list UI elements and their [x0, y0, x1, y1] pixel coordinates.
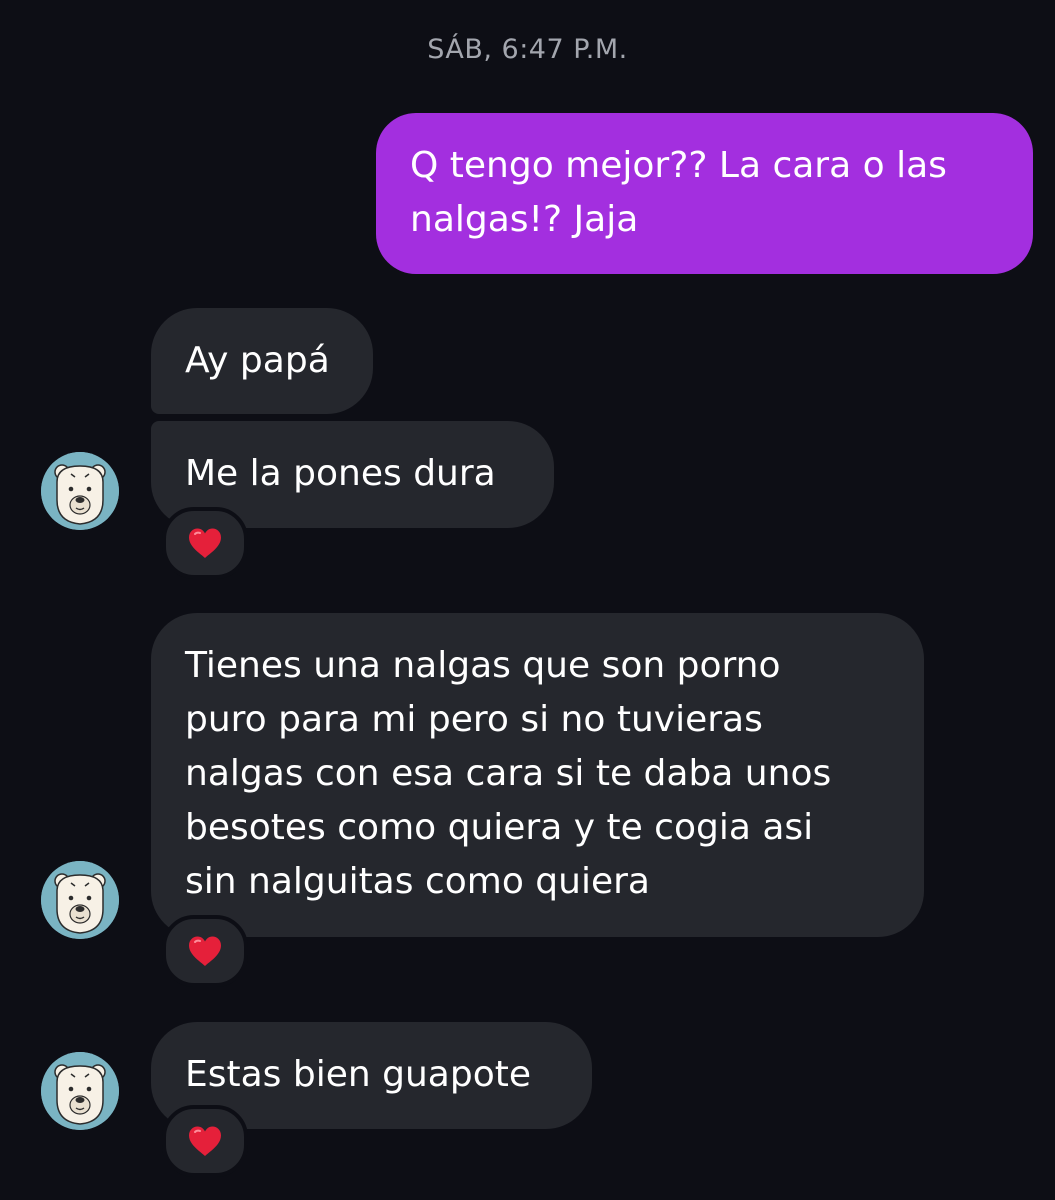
received-message-bubble[interactable]: Ay papá [151, 308, 373, 414]
heart-reaction[interactable] [162, 507, 248, 579]
message-line: Me la pones dura [185, 453, 496, 494]
sent-message-bubble[interactable]: Q tengo mejor?? La cara o las nalgas!? J… [376, 113, 1033, 274]
heart-icon [189, 528, 221, 558]
heart-reaction[interactable] [162, 915, 248, 987]
message-line: Q tengo mejor?? La cara o las [410, 145, 947, 186]
message-line: nalgas!? Jaja [410, 199, 639, 240]
polar-bear-avatar-icon[interactable] [41, 452, 119, 530]
message-line: Tienes una nalgas que son porno [185, 645, 781, 686]
message-line: Ay papá [185, 340, 330, 381]
message-line: besotes como quiera y te cogia asi [185, 807, 814, 848]
heart-reaction[interactable] [162, 1105, 248, 1177]
polar-bear-avatar-icon[interactable] [41, 861, 119, 939]
chat-thread: SÁB, 6:47 P.M. Q tengo mejor?? La cara o… [0, 0, 1055, 1200]
heart-icon [189, 936, 221, 966]
message-line: Estas bien guapote [185, 1054, 532, 1095]
message-timestamp: SÁB, 6:47 P.M. [427, 34, 628, 65]
polar-bear-avatar-icon[interactable] [41, 1052, 119, 1130]
message-line: puro para mi pero si no tuvieras [185, 699, 763, 740]
message-line: sin nalguitas como quiera [185, 861, 650, 902]
received-message-bubble[interactable]: Tienes una nalgas que son porno puro par… [151, 613, 924, 937]
heart-icon [189, 1126, 221, 1156]
message-line: nalgas con esa cara si te daba unos [185, 753, 832, 794]
